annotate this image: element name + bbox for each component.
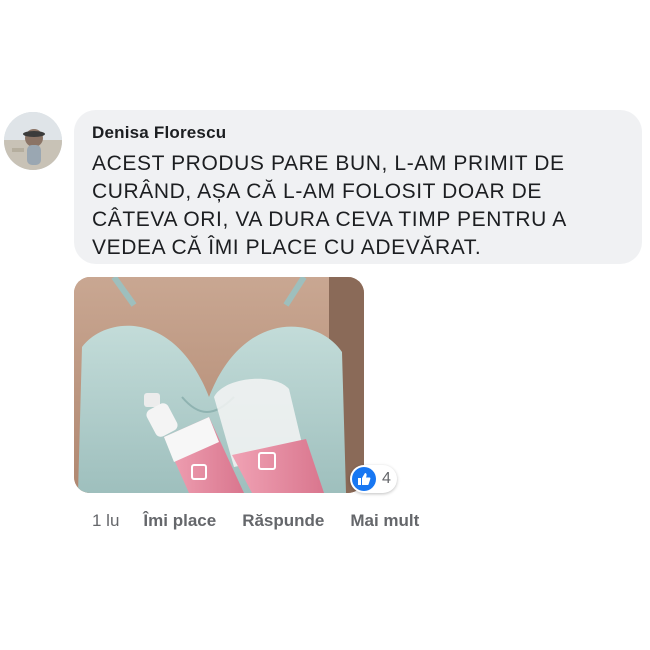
comment-photo[interactable] <box>74 277 364 493</box>
more-button[interactable]: Mai mult <box>350 511 419 531</box>
avatar-photo <box>4 112 62 170</box>
comment-timestamp[interactable]: 1 lu <box>92 511 119 531</box>
reaction-count: 4 <box>382 470 391 487</box>
reaction-badge[interactable]: 4 <box>350 465 397 493</box>
comment-screen: Denisa Florescu ACEST PRODUS PARE BUN, L… <box>0 0 650 650</box>
reply-button[interactable]: Răspunde <box>242 511 324 531</box>
photo-image <box>74 277 364 493</box>
comment-actions: 1 lu Îmi place Răspunde Mai mult <box>92 511 445 531</box>
thumbs-up-icon <box>352 467 376 491</box>
author-name[interactable]: Denisa Florescu <box>92 123 624 143</box>
comment-text: ACEST PRODUS PARE BUN, L-AM PRIMIT DE CU… <box>92 152 566 259</box>
comment-bubble: Denisa Florescu ACEST PRODUS PARE BUN, L… <box>74 110 642 264</box>
like-button[interactable]: Îmi place <box>143 511 216 531</box>
author-avatar[interactable] <box>4 112 62 170</box>
